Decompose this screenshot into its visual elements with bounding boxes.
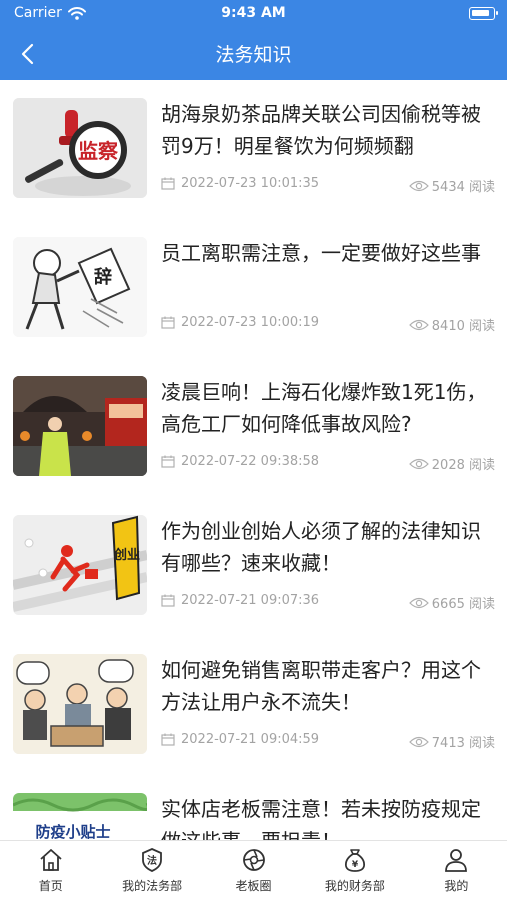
svg-text:¥: ¥ — [352, 860, 359, 870]
article-read-count: 8410 阅读 — [431, 319, 495, 334]
article-list[interactable]: 监察 胡海泉奶茶品牌关联公司因偷税等被罚9万！明星餐饮为何频频翻 2022-07… — [0, 80, 507, 840]
article-date: 2022-07-23 10:01:35 — [181, 176, 320, 191]
calendar-icon — [161, 316, 175, 329]
status-time: 9:43 AM — [221, 5, 286, 21]
article-read-count: 2028 阅读 — [431, 458, 495, 473]
article-read-count: 5434 阅读 — [431, 180, 495, 195]
article-meta: 2022-07-23 10:00:19 8410 阅读 — [161, 315, 497, 335]
article-item[interactable]: 如何避免销售离职带走客户？用这个方法让用户永不流失！ 2022-07-21 09… — [0, 636, 507, 775]
tab-me[interactable]: 我的 — [406, 841, 507, 900]
legal-shield-icon: 法 — [142, 848, 163, 872]
bottom-tab-bar: 首页 法 我的法务部 老板圈 ¥ 我的财务部 我的 — [0, 840, 507, 900]
article-thumbnail — [13, 376, 147, 476]
article-title[interactable]: 凌晨巨响！上海石化爆炸致1死1伤，高危工厂如何降低事故风险? — [161, 376, 497, 440]
navigation-bar: Carrier 9:43 AM 法务知识 — [0, 0, 507, 80]
eye-icon — [408, 458, 429, 469]
thumbnail-caption: 创业 — [113, 547, 140, 563]
calendar-icon — [161, 594, 175, 607]
article-title[interactable]: 员工离职需注意，一定要做好这些事 — [161, 237, 497, 269]
chevron-left-icon — [21, 43, 34, 65]
article-read-count: 7413 阅读 — [431, 736, 495, 751]
article-item[interactable]: 防疫小贴士 实体店老板需注意！若未按防疫规定做这些事，要担责！ — [0, 775, 507, 840]
thumbnail-caption: 监察 — [78, 139, 119, 163]
page-title: 法务知识 — [215, 44, 292, 66]
calendar-icon — [161, 177, 175, 190]
tab-label: 我的法务部 — [122, 879, 183, 893]
back-button[interactable] — [14, 40, 42, 68]
eye-icon — [408, 319, 429, 330]
tab-my-legal-dept[interactable]: 法 我的法务部 — [101, 841, 202, 900]
article-date: 2022-07-23 10:00:19 — [181, 315, 320, 330]
article-meta: 2022-07-21 09:04:59 7413 阅读 — [161, 732, 497, 752]
article-meta: 2022-07-22 09:38:58 2028 阅读 — [161, 454, 497, 474]
article-meta: 2022-07-23 10:01:35 5434 阅读 — [161, 176, 497, 196]
article-date: 2022-07-21 09:04:59 — [181, 732, 320, 747]
article-read-count: 6665 阅读 — [431, 597, 495, 612]
home-icon — [40, 849, 62, 871]
article-date: 2022-07-22 09:38:58 — [181, 454, 320, 469]
article-thumbnail — [13, 654, 147, 754]
calendar-icon — [161, 455, 175, 468]
tab-label: 首页 — [38, 879, 63, 893]
article-item[interactable]: 凌晨巨响！上海石化爆炸致1死1伤，高危工厂如何降低事故风险? 2022-07-2… — [0, 358, 507, 497]
article-thumbnail: 监察 — [13, 98, 147, 198]
article-item[interactable]: 创业 作为创业创始人必须了解的法律知识有哪些？速来收藏！ 2022-07-21 … — [0, 497, 507, 636]
status-bar: Carrier 9:43 AM — [0, 0, 507, 28]
eye-icon — [408, 597, 429, 608]
tab-label: 我的财务部 — [324, 879, 385, 893]
thumbnail-caption: 防疫小贴士 — [35, 823, 110, 840]
article-item[interactable]: 监察 胡海泉奶茶品牌关联公司因偷税等被罚9万！明星餐饮为何频频翻 2022-07… — [0, 80, 507, 219]
article-title[interactable]: 如何避免销售离职带走客户？用这个方法让用户永不流失！ — [161, 654, 497, 718]
tab-label: 我的 — [444, 879, 469, 893]
article-title[interactable]: 胡海泉奶茶品牌关联公司因偷税等被罚9万！明星餐饮为何频频翻 — [161, 98, 497, 162]
calendar-icon — [161, 733, 175, 746]
tab-home[interactable]: 首页 — [0, 841, 101, 900]
tab-boss-circle[interactable]: 老板圈 — [203, 841, 304, 900]
tab-label: 老板圈 — [235, 879, 272, 893]
article-thumbnail: 防疫小贴士 — [13, 793, 147, 840]
eye-icon — [408, 180, 429, 191]
money-bag-icon: ¥ — [344, 849, 365, 872]
article-thumbnail: 辞 — [13, 237, 147, 337]
tab-my-finance-dept[interactable]: ¥ 我的财务部 — [304, 841, 405, 900]
svg-text:法: 法 — [147, 854, 157, 867]
aperture-icon — [242, 849, 265, 871]
thumbnail-caption: 辞 — [94, 266, 112, 288]
eye-icon — [408, 736, 429, 747]
article-date: 2022-07-21 09:07:36 — [181, 593, 320, 608]
battery-icon — [469, 7, 498, 20]
person-icon — [445, 849, 468, 872]
article-title[interactable]: 作为创业创始人必须了解的法律知识有哪些？速来收藏！ — [161, 515, 497, 579]
article-item[interactable]: 辞 员工离职需注意，一定要做好这些事 2022-07-23 10:00:19 8 — [0, 219, 507, 358]
article-meta: 2022-07-21 09:07:36 6665 阅读 — [161, 593, 497, 613]
article-title[interactable]: 实体店老板需注意！若未按防疫规定做这些事，要担责！ — [161, 793, 497, 840]
article-thumbnail: 创业 — [13, 515, 147, 615]
